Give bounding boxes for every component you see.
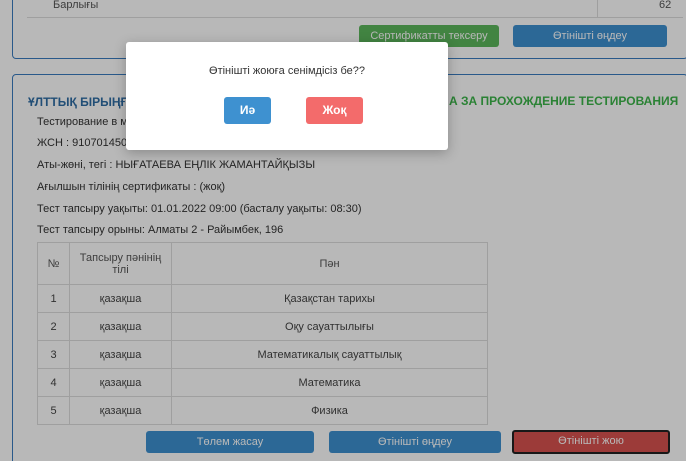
dialog-message: Өтінішті жоюға сенімдісіз бе?? <box>209 65 365 77</box>
confirm-delete-dialog: Өтінішті жоюға сенімдісіз бе?? Иә Жоқ <box>126 42 448 150</box>
confirm-no-button[interactable]: Жоқ <box>306 97 363 124</box>
confirm-yes-button[interactable]: Иә <box>224 97 271 124</box>
